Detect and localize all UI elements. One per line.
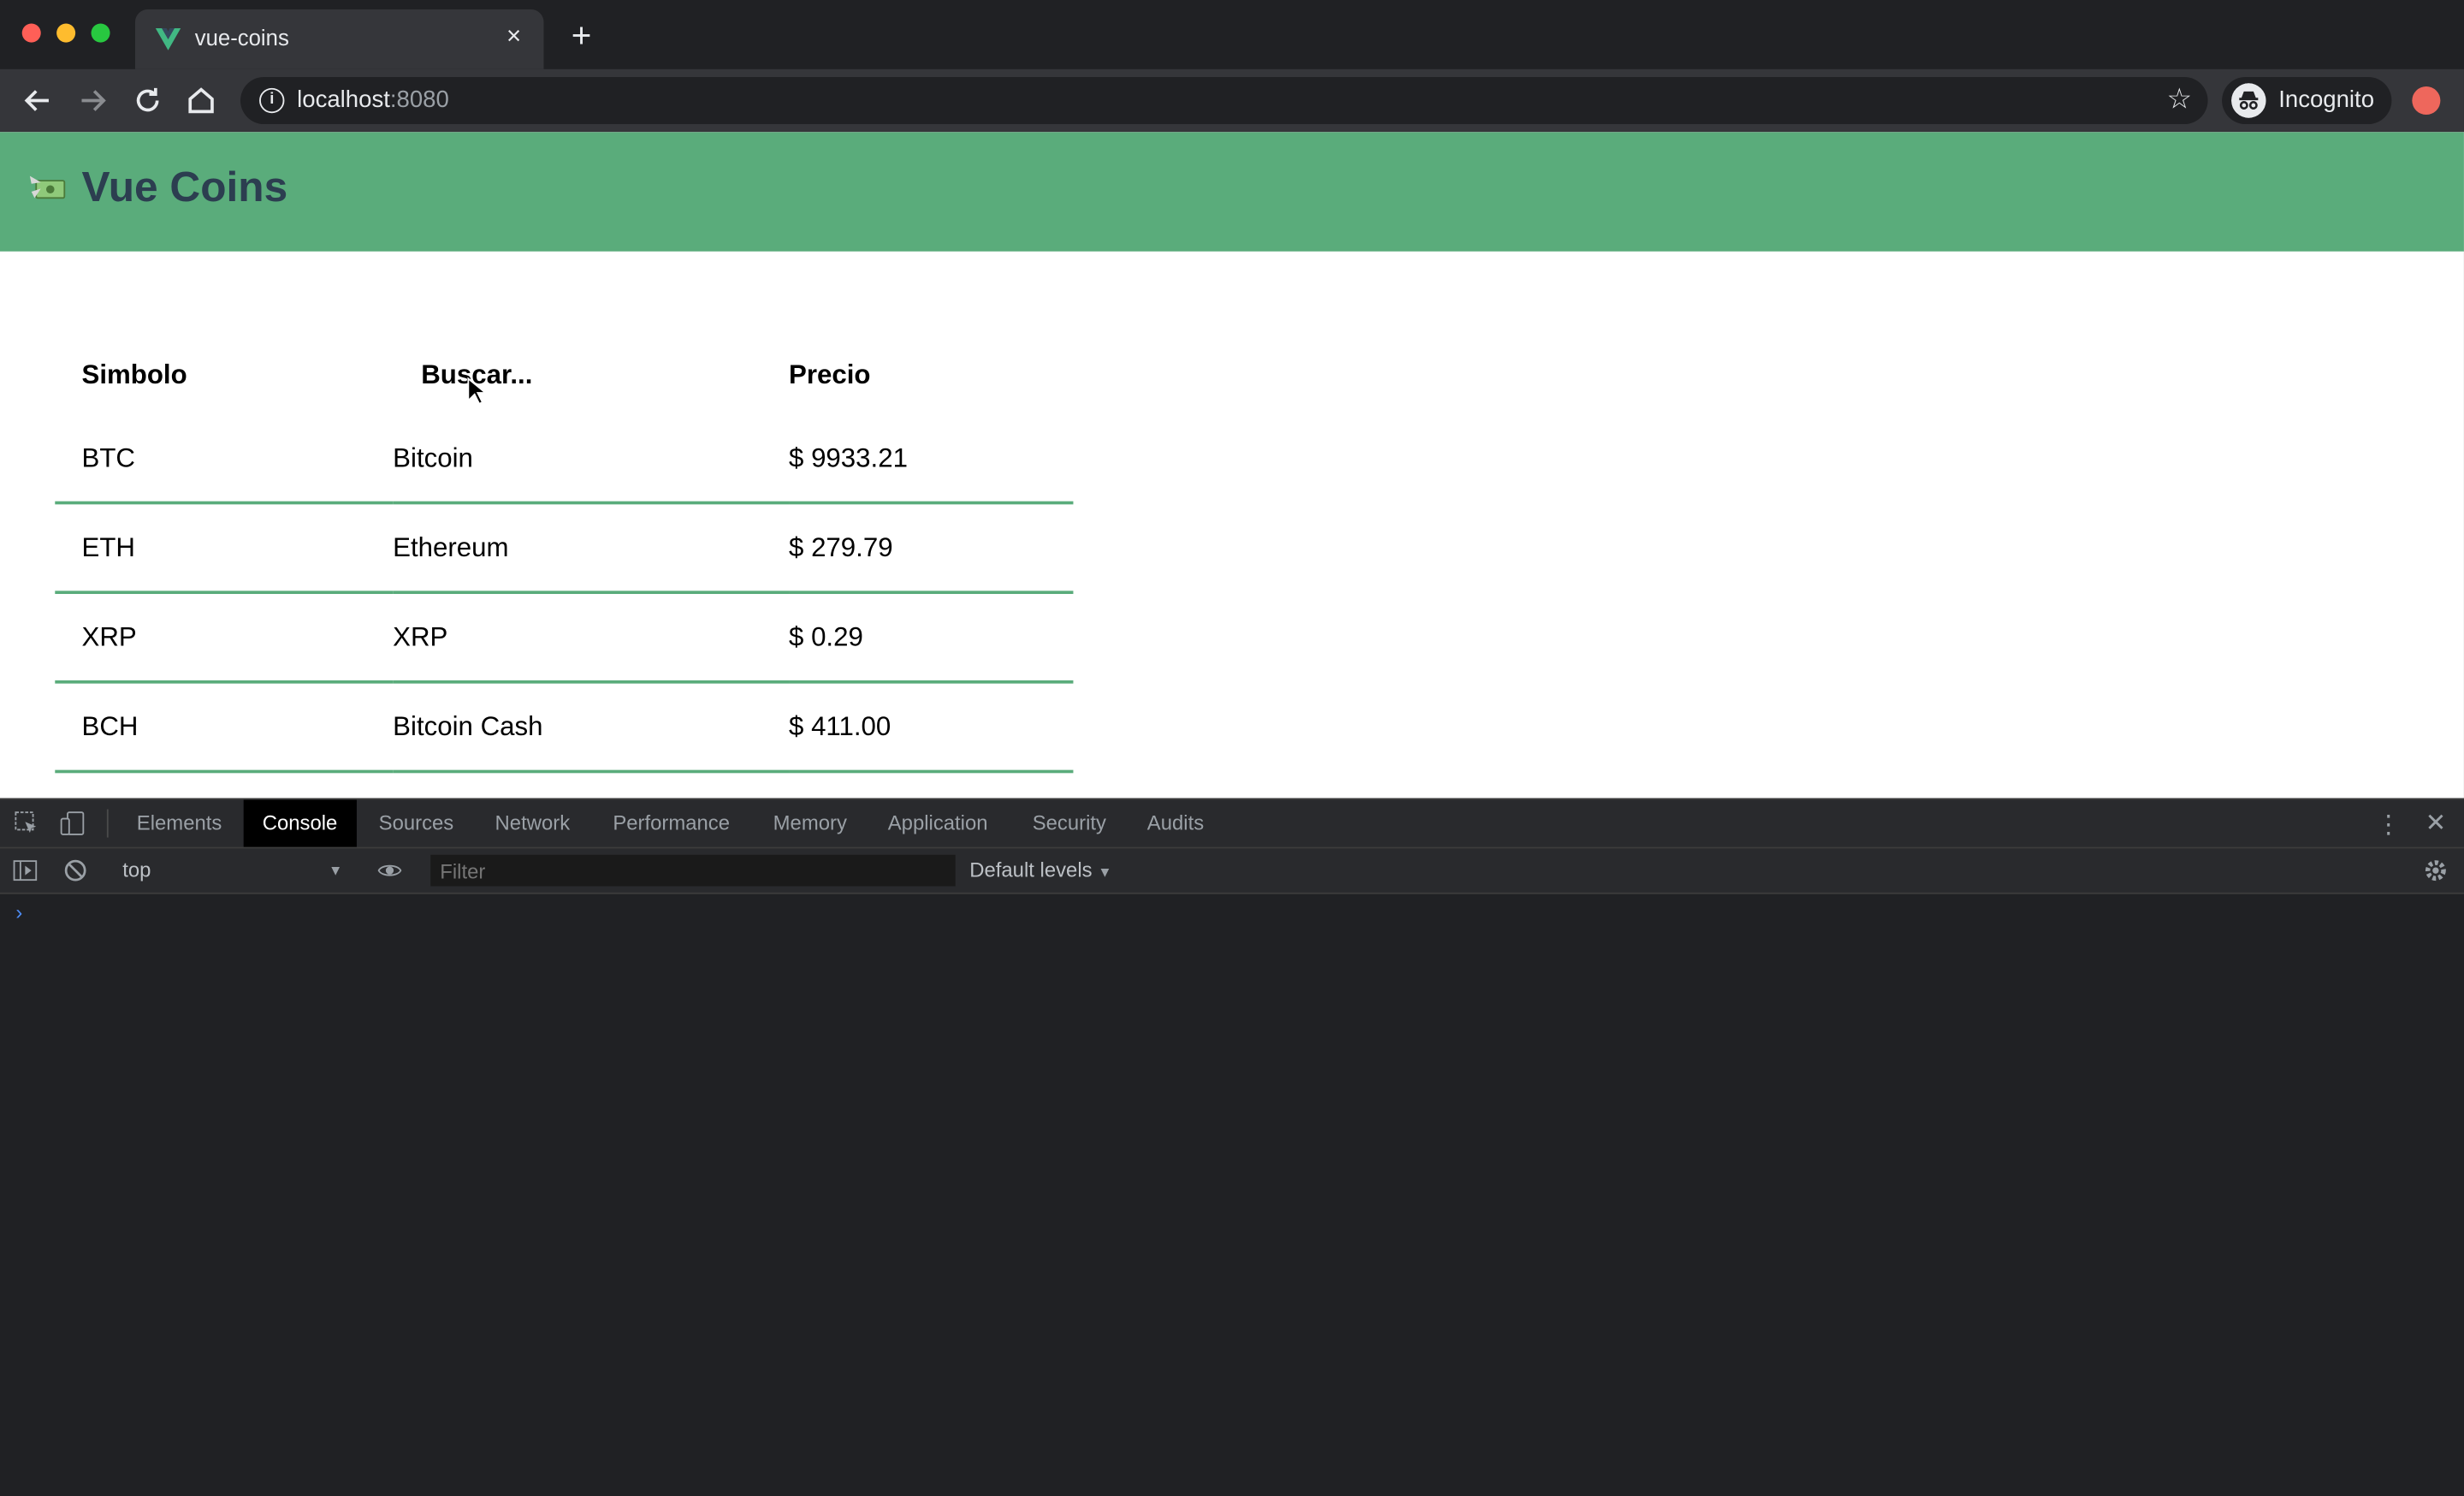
coins-table: Simbolo Precio BTC Bitcoin $ 9933.21 ETH…	[55, 336, 1074, 774]
table-row[interactable]: BTC Bitcoin $ 9933.21	[55, 414, 1074, 505]
devtools-panel: Elements Console Sources Network Perform…	[0, 798, 2464, 1496]
url-host: localhost	[297, 86, 390, 114]
forward-arrow-icon[interactable]	[74, 81, 111, 119]
address-bar[interactable]: i localhost:8080 ☆	[240, 76, 2208, 125]
tab-elements[interactable]: Elements	[118, 800, 241, 847]
context-selector[interactable]: top ▼	[110, 855, 349, 887]
table-row[interactable]: BCH Bitcoin Cash $ 411.00	[55, 681, 1074, 774]
table-header-row: Simbolo Precio	[55, 336, 1073, 415]
coin-symbol: ETH	[55, 502, 394, 595]
tab-memory[interactable]: Memory	[755, 800, 866, 847]
new-tab-button[interactable]: +	[563, 18, 601, 56]
browser-tab[interactable]: vue-coins ×	[134, 9, 544, 69]
tab-performance[interactable]: Performance	[594, 800, 749, 847]
close-window-button[interactable]	[21, 23, 41, 43]
price-column-header: Precio	[789, 359, 871, 390]
search-column-header	[393, 336, 789, 415]
coin-name: Bitcoin	[393, 414, 790, 505]
browser-toolbar: i localhost:8080 ☆ Incognito	[0, 68, 2464, 133]
back-arrow-icon[interactable]	[19, 81, 56, 119]
reload-icon[interactable]	[129, 81, 167, 119]
more-options-icon[interactable]: ⋮	[2376, 810, 2401, 841]
tab-sources[interactable]: Sources	[360, 800, 473, 847]
tab-close-icon[interactable]: ×	[500, 24, 528, 52]
home-icon[interactable]	[182, 81, 220, 119]
tab-audits[interactable]: Audits	[1128, 800, 1223, 847]
maximize-window-button[interactable]	[91, 23, 110, 43]
live-expression-eye-icon[interactable]	[377, 858, 402, 882]
coin-price: $ 279.79	[789, 502, 1074, 595]
site-info-icon[interactable]: i	[259, 87, 285, 114]
inspect-element-icon[interactable]	[15, 810, 39, 835]
vue-logo-icon	[155, 28, 181, 50]
console-prompt[interactable]: ›	[15, 900, 22, 924]
dropdown-arrow-icon: ▼	[1098, 864, 1112, 881]
coin-name: XRP	[393, 592, 790, 684]
tab-console[interactable]: Console	[243, 799, 357, 847]
coin-symbol: BCH	[55, 681, 394, 774]
incognito-label: Incognito	[2278, 86, 2375, 114]
page-viewport: Vue Coins Simbolo Precio BTC Bitcoin $ 9…	[0, 132, 2464, 798]
incognito-profile-button[interactable]: Incognito	[2222, 76, 2392, 125]
log-levels-label: Default levels	[969, 858, 1093, 882]
dropdown-arrow-icon: ▼	[329, 862, 343, 879]
coin-name: Bitcoin Cash	[393, 681, 790, 774]
toolbar-divider	[106, 809, 109, 838]
close-devtools-icon[interactable]: ✕	[2423, 808, 2448, 840]
coin-symbol: BTC	[55, 414, 394, 505]
symbol-column-header: Simbolo	[81, 359, 187, 390]
url-port: :8080	[389, 86, 449, 114]
mouse-pointer-icon	[467, 377, 486, 406]
tab-network[interactable]: Network	[477, 800, 589, 847]
show-sidebar-icon[interactable]	[13, 858, 38, 882]
money-with-wings-icon	[29, 175, 66, 199]
console-settings-gear-icon[interactable]	[2423, 858, 2448, 882]
incognito-icon	[2231, 83, 2266, 118]
console-toolbar: top ▼ Default levels ▼	[0, 848, 2464, 894]
coin-price: $ 9933.21	[789, 414, 1074, 505]
coin-name: Ethereum	[393, 502, 790, 595]
tab-title: vue-coins	[194, 25, 289, 50]
coin-symbol: XRP	[55, 592, 394, 684]
minimize-window-button[interactable]	[56, 23, 76, 43]
context-value: top	[122, 858, 151, 882]
log-levels-dropdown[interactable]: Default levels ▼	[969, 855, 1111, 888]
address-url: localhost:8080	[297, 86, 449, 113]
table-row[interactable]: ETH Ethereum $ 279.79	[55, 502, 1074, 595]
clear-console-icon[interactable]	[62, 858, 87, 882]
app-header: Vue Coins	[0, 132, 2464, 252]
bookmark-star-icon[interactable]: ☆	[2167, 83, 2193, 116]
device-toolbar-icon[interactable]	[60, 810, 85, 835]
update-badge-icon[interactable]	[2412, 86, 2441, 116]
tab-strip: vue-coins × +	[0, 0, 2464, 69]
search-input[interactable]	[393, 359, 736, 392]
tab-application[interactable]: Application	[869, 800, 1007, 847]
devtools-tab-bar: Elements Console Sources Network Perform…	[0, 799, 2464, 849]
console-filter-input[interactable]	[430, 854, 956, 887]
tab-security[interactable]: Security	[1014, 800, 1125, 847]
app-title: Vue Coins	[81, 163, 288, 211]
coin-price: $ 0.29	[789, 592, 1074, 684]
coin-price: $ 411.00	[789, 681, 1074, 774]
table-row[interactable]: XRP XRP $ 0.29	[55, 592, 1074, 684]
